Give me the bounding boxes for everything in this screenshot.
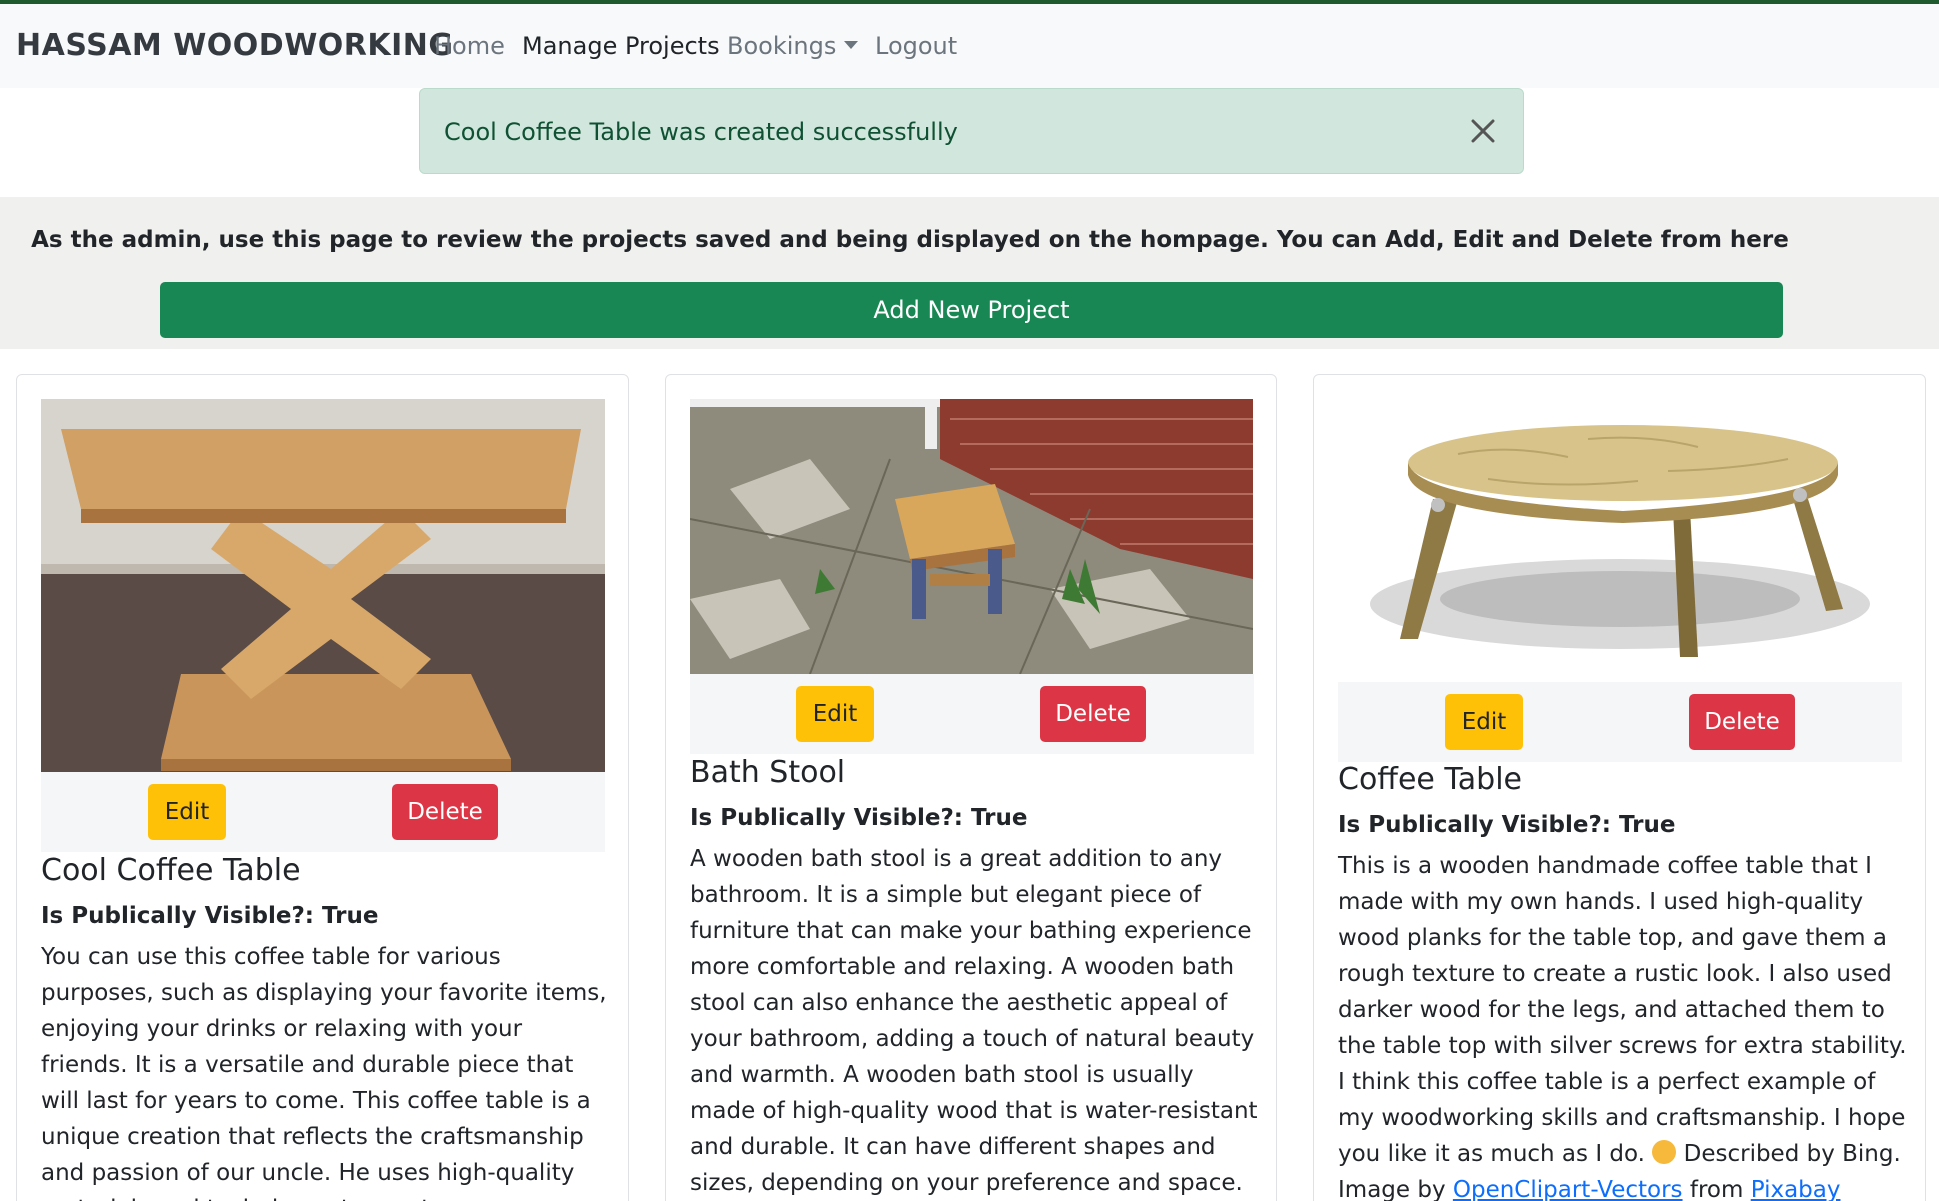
nav-home-link[interactable]: Home xyxy=(434,32,505,60)
description-text: This is a wooden handmade coffee table t… xyxy=(1338,853,1907,1167)
close-icon[interactable] xyxy=(1465,113,1501,149)
add-new-project-button[interactable]: Add New Project xyxy=(160,282,1783,338)
delete-button[interactable]: Delete xyxy=(392,784,498,840)
project-title: Coffee Table xyxy=(1338,762,1522,797)
project-card-cool-coffee-table: Edit Delete Cool Coffee Table Is Publica… xyxy=(16,374,629,1201)
chevron-down-icon xyxy=(844,41,859,49)
admin-instructions: As the admin, use this page to review th… xyxy=(31,227,1789,253)
credit-author-link[interactable]: OpenClipart-Vectors xyxy=(1453,1177,1683,1201)
brand-logo[interactable]: HASSAM WOODWORKING xyxy=(16,28,454,63)
delete-button[interactable]: Delete xyxy=(1689,694,1795,750)
card-actions: Edit Delete xyxy=(1338,682,1902,762)
alert-message: Cool Coffee Table was created successful… xyxy=(444,118,958,146)
project-card-bath-stool: Edit Delete Bath Stool Is Publically Vis… xyxy=(665,374,1277,1201)
project-visibility: Is Publically Visible?: True xyxy=(1338,812,1676,838)
project-title: Bath Stool xyxy=(690,755,846,790)
nav-bookings-label: Bookings xyxy=(727,32,837,60)
edit-button[interactable]: Edit xyxy=(1445,694,1523,750)
card-actions: Edit Delete xyxy=(41,772,605,852)
navbar: HASSAM WOODWORKING Home Manage Projects … xyxy=(0,4,1939,88)
project-title: Cool Coffee Table xyxy=(41,853,301,888)
edit-button[interactable]: Edit xyxy=(796,686,874,742)
project-image xyxy=(689,399,1254,678)
nav-bookings-dropdown[interactable]: Bookings xyxy=(727,32,859,60)
credit-site-link[interactable]: Pixabay xyxy=(1751,1177,1841,1201)
card-actions: Edit Delete xyxy=(690,674,1254,754)
project-visibility: Is Publically Visible?: True xyxy=(690,805,1028,831)
edit-button[interactable]: Edit xyxy=(148,784,226,840)
project-description: This is a wooden handmade coffee table t… xyxy=(1338,848,1908,1201)
nav-logout-link[interactable]: Logout xyxy=(875,32,957,60)
project-visibility: Is Publically Visible?: True xyxy=(41,903,379,929)
project-description: You can use this coffee table for variou… xyxy=(41,944,607,1201)
project-image xyxy=(41,399,605,776)
project-image xyxy=(1338,399,1902,686)
admin-panel: As the admin, use this page to review th… xyxy=(0,197,1939,349)
success-alert: Cool Coffee Table was created successful… xyxy=(419,88,1524,174)
credit-from: from xyxy=(1689,1177,1744,1201)
nav-manage-projects-link[interactable]: Manage Projects xyxy=(522,32,720,60)
project-description: A wooden bath stool is a great addition … xyxy=(690,846,1258,1196)
project-card-coffee-table: Edit Delete Coffee Table Is Publically V… xyxy=(1313,374,1926,1201)
smile-emoji-icon xyxy=(1652,1140,1677,1164)
delete-button[interactable]: Delete xyxy=(1040,686,1146,742)
